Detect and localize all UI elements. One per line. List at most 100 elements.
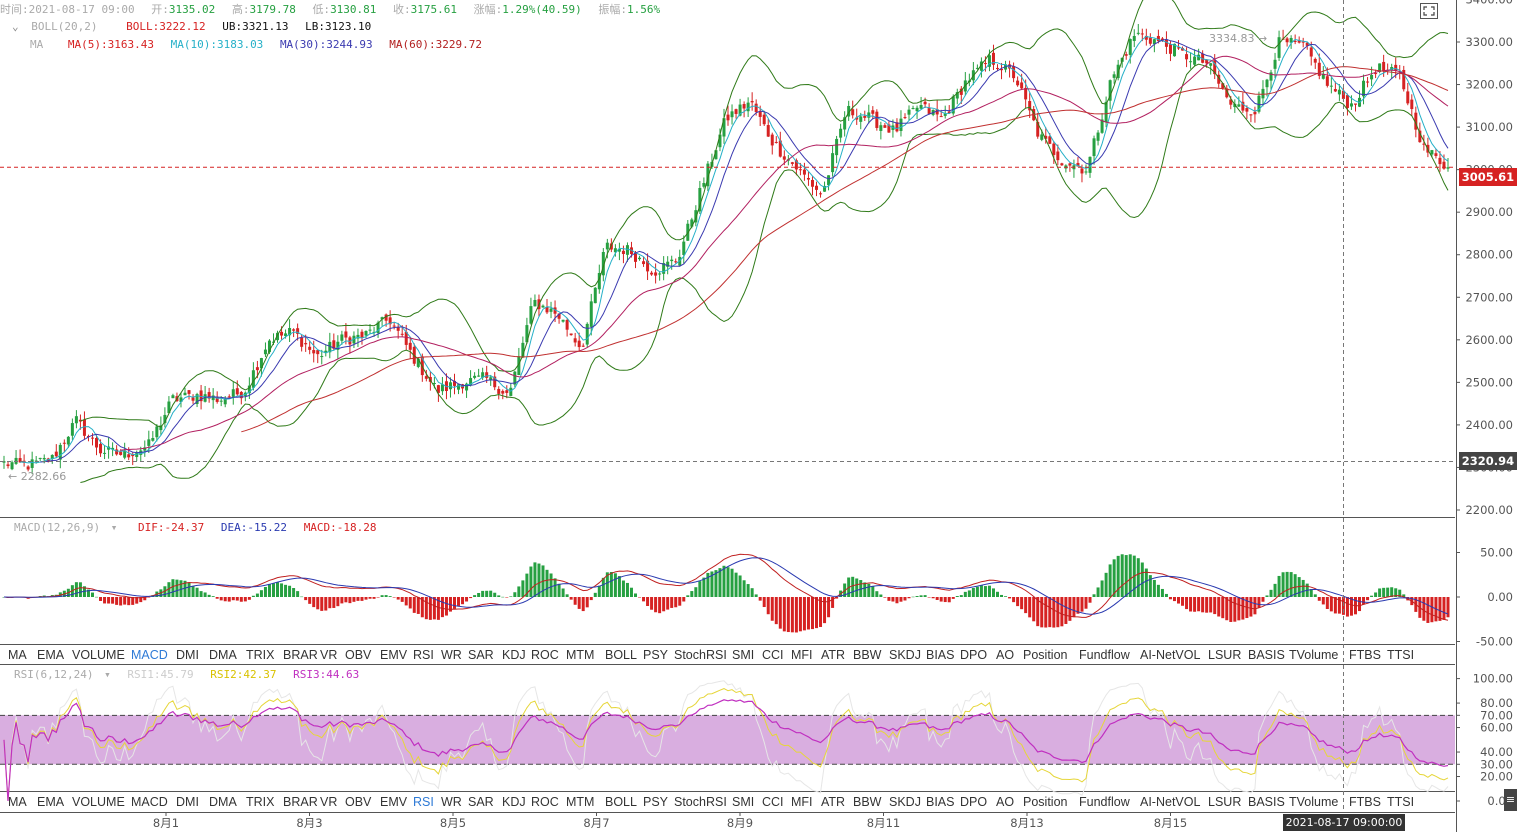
tab-ao[interactable]: AO (996, 648, 1014, 662)
tab-obv[interactable]: OBV (345, 648, 371, 662)
settings-icon[interactable]: ≡ (1504, 789, 1517, 811)
tab-kdj[interactable]: KDJ (502, 795, 526, 809)
caret-down-icon[interactable]: ▾ (104, 668, 111, 681)
tab-vr[interactable]: VR (320, 795, 337, 809)
tab-fundflow[interactable]: Fundflow (1079, 648, 1130, 662)
tab-macd[interactable]: MACD (131, 648, 168, 662)
tab-rsi[interactable]: RSI (413, 795, 434, 809)
tab-mtm[interactable]: MTM (566, 795, 594, 809)
tab-psy[interactable]: PSY (643, 795, 668, 809)
candle (440, 384, 444, 392)
macd-bar (987, 585, 991, 597)
tab-dmi[interactable]: DMI (176, 648, 199, 662)
tab-obv[interactable]: OBV (345, 795, 371, 809)
macd-bar (633, 593, 637, 597)
tab-cci[interactable]: CCI (762, 795, 784, 809)
tab-bias[interactable]: BIAS (926, 648, 955, 662)
ma-name[interactable]: MA (30, 38, 43, 51)
tab-boll[interactable]: BOLL (605, 648, 637, 662)
tab-fundflow[interactable]: Fundflow (1079, 795, 1130, 809)
tab-vr[interactable]: VR (320, 648, 337, 662)
tab-roc[interactable]: ROC (531, 648, 559, 662)
chart-canvas[interactable]: 3334.83 →← 2282.66 2200.002300.002400.00… (0, 0, 1519, 832)
tab-ema[interactable]: EMA (37, 648, 64, 662)
tab-position[interactable]: Position (1023, 795, 1067, 809)
tab-ttsi[interactable]: TTSI (1387, 648, 1414, 662)
tab-trix[interactable]: TRIX (246, 648, 274, 662)
tab-dmi[interactable]: DMI (176, 795, 199, 809)
tab-mtm[interactable]: MTM (566, 648, 594, 662)
tab-roc[interactable]: ROC (531, 795, 559, 809)
tab-ai-netvol[interactable]: AI-NetVOL (1140, 795, 1200, 809)
tab-smi[interactable]: SMI (732, 648, 754, 662)
tab-mfi[interactable]: MFI (791, 795, 813, 809)
tab-kdj[interactable]: KDJ (502, 648, 526, 662)
tab-atr[interactable]: ATR (821, 648, 845, 662)
y-tick-label: -50.00 (1476, 635, 1513, 649)
tab-wr[interactable]: WR (441, 795, 462, 809)
tab-dpo[interactable]: DPO (960, 648, 987, 662)
tab-tvolume[interactable]: TVolume (1289, 795, 1338, 809)
tab-tvolume[interactable]: TVolume (1289, 648, 1338, 662)
tab-lsur[interactable]: LSUR (1208, 795, 1241, 809)
tab-skdj[interactable]: SKDJ (889, 795, 921, 809)
tab-mfi[interactable]: MFI (791, 648, 813, 662)
tab-sar[interactable]: SAR (468, 795, 494, 809)
fullscreen-icon[interactable] (1420, 3, 1438, 19)
macd-bar (730, 568, 734, 597)
caret-down-icon[interactable]: ▾ (111, 521, 118, 534)
macd-bar (646, 597, 650, 606)
tab-dpo[interactable]: DPO (960, 795, 987, 809)
tab-bbw[interactable]: BBW (853, 795, 881, 809)
price-chart[interactable]: 3334.83 → ← 2282.66 (0, 0, 1455, 483)
macd-bar (424, 597, 428, 620)
macd-chart[interactable] (2, 553, 1450, 633)
tab-volume[interactable]: VOLUME (72, 795, 125, 809)
tab-sar[interactable]: SAR (468, 648, 494, 662)
boll-name[interactable]: BOLL(20,2) (31, 20, 97, 33)
tab-boll[interactable]: BOLL (605, 795, 637, 809)
chevron-down-icon[interactable]: ⌄ (12, 20, 19, 33)
tab-smi[interactable]: SMI (732, 795, 754, 809)
tab-wr[interactable]: WR (441, 648, 462, 662)
tab-ema[interactable]: EMA (37, 795, 64, 809)
tab-macd[interactable]: MACD (131, 795, 168, 809)
tab-ftbs[interactable]: FTBS (1349, 795, 1381, 809)
tab-emv[interactable]: EMV (380, 795, 407, 809)
tab-ttsi[interactable]: TTSI (1387, 795, 1414, 809)
candle (1189, 61, 1193, 63)
tab-atr[interactable]: ATR (821, 795, 845, 809)
tab-psy[interactable]: PSY (643, 648, 668, 662)
tab-ftbs[interactable]: FTBS (1349, 648, 1381, 662)
rsi-name[interactable]: RSI(6,12,24) (14, 668, 93, 681)
tab-bbw[interactable]: BBW (853, 648, 881, 662)
tab-basis[interactable]: BASIS (1248, 648, 1285, 662)
tab-bias[interactable]: BIAS (926, 795, 955, 809)
macd-bar (1209, 597, 1213, 613)
tab-skdj[interactable]: SKDJ (889, 648, 921, 662)
macd-name[interactable]: MACD(12,26,9) (14, 521, 100, 534)
tab-cci[interactable]: CCI (762, 648, 784, 662)
tab-emv[interactable]: EMV (380, 648, 407, 662)
tab-ao[interactable]: AO (996, 795, 1014, 809)
tab-trix[interactable]: TRIX (246, 795, 274, 809)
candle (1148, 37, 1152, 44)
tab-rsi[interactable]: RSI (413, 648, 434, 662)
tab-stochrsi[interactable]: StochRSI (674, 648, 727, 662)
tab-dma[interactable]: DMA (209, 648, 237, 662)
rsi-chart[interactable] (0, 680, 1455, 802)
tab-stochrsi[interactable]: StochRSI (674, 795, 727, 809)
tab-basis[interactable]: BASIS (1248, 795, 1285, 809)
tab-position[interactable]: Position (1023, 648, 1067, 662)
tab-ai-netvol[interactable]: AI-NetVOL (1140, 648, 1200, 662)
candle (432, 383, 436, 385)
tab-brar[interactable]: BRAR (283, 648, 318, 662)
tab-ma[interactable]: MA (8, 795, 27, 809)
tab-ma[interactable]: MA (8, 648, 27, 662)
tab-lsur[interactable]: LSUR (1208, 648, 1241, 662)
macd-bar (806, 597, 810, 630)
tab-dma[interactable]: DMA (209, 795, 237, 809)
tab-brar[interactable]: BRAR (283, 795, 318, 809)
tab-volume[interactable]: VOLUME (72, 648, 125, 662)
x-tick-label: 8月5 (440, 816, 466, 830)
